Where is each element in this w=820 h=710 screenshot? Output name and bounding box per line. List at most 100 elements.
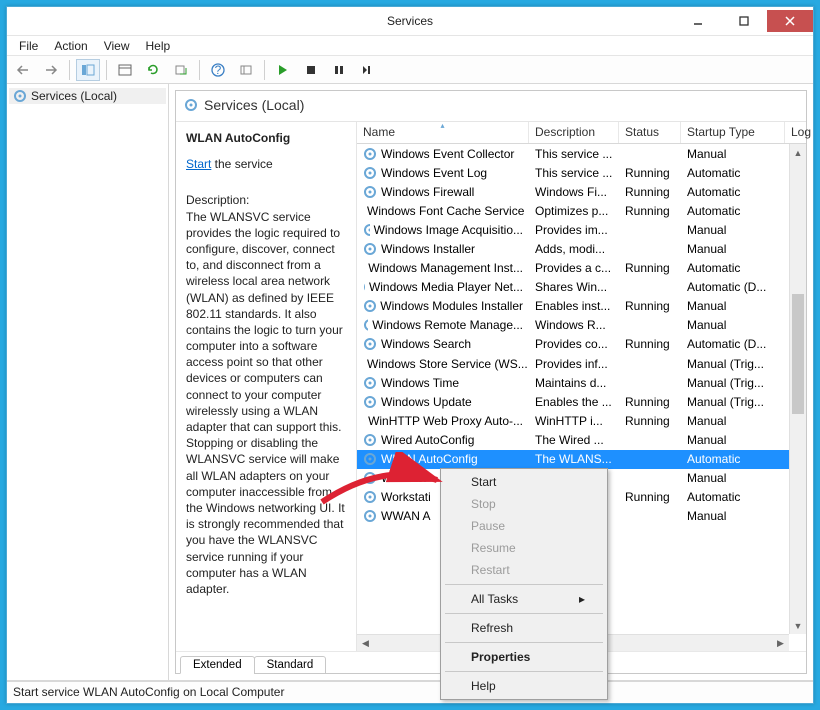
- service-name-cell: Windows Event Log: [381, 166, 487, 180]
- scroll-left-button[interactable]: ◀: [357, 635, 374, 651]
- table-row[interactable]: Windows Management Inst...Provides a c..…: [357, 259, 806, 278]
- gear-icon: [363, 261, 364, 275]
- gear-icon: [184, 98, 198, 112]
- service-desc-cell: The Wired ...: [529, 433, 619, 447]
- service-name-cell: Windows Image Acquisitio...: [374, 223, 523, 237]
- close-button[interactable]: [767, 10, 813, 32]
- service-startup-cell: Manual: [681, 242, 785, 256]
- toolbar: ?: [7, 56, 813, 84]
- gear-icon: [363, 376, 377, 390]
- table-row[interactable]: Windows TimeMaintains d...Manual (Trig..…: [357, 373, 806, 392]
- ctx-help[interactable]: Help: [443, 675, 605, 697]
- help-button-2[interactable]: [234, 59, 258, 81]
- table-row[interactable]: Windows Font Cache ServiceOptimizes p...…: [357, 201, 806, 220]
- service-startup-cell: Manual: [681, 299, 785, 313]
- service-name-cell: Windows Update: [381, 395, 472, 409]
- status-text: Start service WLAN AutoConfig on Local C…: [13, 685, 284, 699]
- refresh-button[interactable]: [141, 59, 165, 81]
- gear-icon: [363, 318, 368, 332]
- table-row[interactable]: Windows SearchProvides co...RunningAutom…: [357, 335, 806, 354]
- start-service-button[interactable]: [271, 59, 295, 81]
- tab-standard[interactable]: Standard: [254, 656, 327, 674]
- service-status-cell: Running: [619, 261, 681, 275]
- svg-text:?: ?: [215, 63, 222, 77]
- show-hide-tree-button[interactable]: [76, 59, 100, 81]
- table-row[interactable]: Windows UpdateEnables the ...RunningManu…: [357, 392, 806, 411]
- stop-service-button[interactable]: [299, 59, 323, 81]
- menu-view[interactable]: View: [96, 37, 138, 55]
- service-name-cell: Workstati: [381, 490, 431, 504]
- table-row[interactable]: Windows Event LogThis service ...Running…: [357, 163, 806, 182]
- scroll-down-button[interactable]: ▼: [790, 617, 806, 634]
- service-desc-cell: This service ...: [529, 147, 619, 161]
- service-desc-cell: Provides inf...: [529, 357, 619, 371]
- service-name-cell: WWAN A: [381, 509, 431, 523]
- service-desc-cell: Enables the ...: [529, 395, 619, 409]
- ctx-properties[interactable]: Properties: [443, 646, 605, 668]
- service-desc-cell: WinHTTP i...: [529, 414, 619, 428]
- table-row[interactable]: WinHTTP Web Proxy Auto-... WinHTTP i...Ru…: [357, 411, 806, 430]
- tab-extended[interactable]: Extended: [180, 656, 255, 674]
- menubar: File Action View Help: [7, 35, 813, 56]
- gear-icon: [363, 509, 377, 523]
- export-button[interactable]: [169, 59, 193, 81]
- service-status-cell: Running: [619, 166, 681, 180]
- table-row[interactable]: Wired AutoConfigThe Wired ...ManualLoc: [357, 430, 806, 449]
- forward-button[interactable]: [39, 59, 63, 81]
- table-row[interactable]: Windows Event CollectorThis service ...M…: [357, 144, 806, 163]
- start-suffix-text: the service: [211, 157, 272, 171]
- submenu-arrow-icon: ▸: [579, 592, 585, 606]
- gear-icon: [363, 395, 377, 409]
- start-link[interactable]: Start: [186, 157, 211, 171]
- maximize-button[interactable]: [721, 10, 767, 32]
- menu-help[interactable]: Help: [138, 37, 179, 55]
- column-name[interactable]: Name: [357, 122, 529, 143]
- ctx-start[interactable]: Start: [443, 471, 605, 493]
- column-description[interactable]: Description: [529, 122, 619, 143]
- service-name-cell: Windows Installer: [381, 242, 475, 256]
- table-row[interactable]: Windows Store Service (WS...Provides inf…: [357, 354, 806, 373]
- titlebar[interactable]: Services: [7, 7, 813, 35]
- service-startup-cell: Automatic: [681, 166, 785, 180]
- table-row[interactable]: Windows InstallerAdds, modi...ManualLoc: [357, 239, 806, 258]
- service-status-cell: Running: [619, 185, 681, 199]
- restart-service-button[interactable]: [355, 59, 379, 81]
- ctx-refresh[interactable]: Refresh: [443, 617, 605, 639]
- table-row[interactable]: Windows Remote Manage...Windows R...Manu…: [357, 316, 806, 335]
- menu-file[interactable]: File: [11, 37, 46, 55]
- scroll-up-button[interactable]: ▲: [790, 144, 806, 161]
- column-startup[interactable]: Startup Type: [681, 122, 785, 143]
- help-button[interactable]: ?: [206, 59, 230, 81]
- menu-action[interactable]: Action: [46, 37, 95, 55]
- table-row[interactable]: Windows FirewallWindows Fi...RunningAuto…: [357, 182, 806, 201]
- service-status-cell: Running: [619, 414, 681, 428]
- service-name-cell: Windows Search: [381, 337, 471, 351]
- minimize-button[interactable]: [675, 10, 721, 32]
- tree-pane: Services (Local): [7, 84, 169, 680]
- pause-service-button[interactable]: [327, 59, 351, 81]
- properties-button[interactable]: [113, 59, 137, 81]
- status-bar: Start service WLAN AutoConfig on Local C…: [7, 681, 813, 703]
- table-row[interactable]: WLAN AutoConfigThe WLANS...AutomaticLoc: [357, 450, 806, 469]
- vertical-scrollbar[interactable]: ▲ ▼: [789, 144, 806, 634]
- service-desc-cell: Windows R...: [529, 318, 619, 332]
- ctx-all-tasks[interactable]: All Tasks▸: [443, 588, 605, 610]
- service-startup-cell: Manual: [681, 509, 785, 523]
- back-button[interactable]: [11, 59, 35, 81]
- gear-icon: [363, 414, 364, 428]
- service-startup-cell: Manual (Trig...: [681, 395, 785, 409]
- service-status-cell: Running: [619, 204, 681, 218]
- service-startup-cell: Automatic (D...: [681, 280, 785, 294]
- column-status[interactable]: Status: [619, 122, 681, 143]
- table-row[interactable]: Windows Image Acquisitio...Provides im..…: [357, 220, 806, 239]
- scroll-right-button[interactable]: ▶: [772, 635, 789, 651]
- service-name-cell: WinHTTP Web Proxy Auto-...: [368, 414, 523, 428]
- service-name-cell: Windows Firewall: [381, 185, 474, 199]
- gear-icon: [363, 490, 377, 504]
- scroll-thumb[interactable]: [792, 294, 804, 414]
- tree-item-services-local[interactable]: Services (Local): [9, 88, 166, 104]
- table-row[interactable]: Windows Media Player Net...Shares Win...…: [357, 278, 806, 297]
- list-header: Name Description Status Startup Type Log: [357, 122, 806, 144]
- table-row[interactable]: Windows Modules InstallerEnables inst...…: [357, 297, 806, 316]
- column-logon[interactable]: Log: [785, 122, 820, 143]
